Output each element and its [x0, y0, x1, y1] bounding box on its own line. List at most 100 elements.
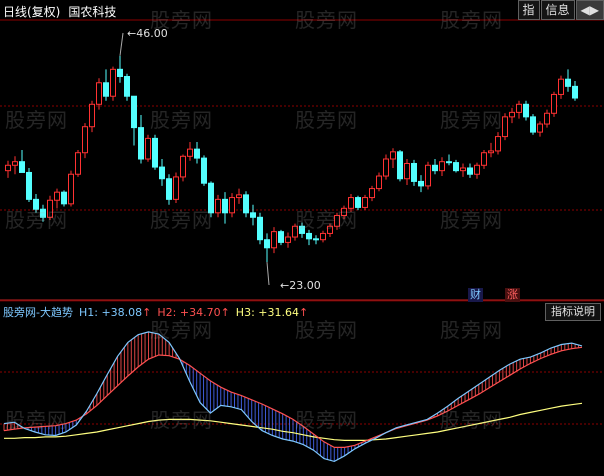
candle-body: [271, 231, 277, 249]
candle-body: [68, 173, 74, 205]
candle-body: [47, 199, 53, 218]
candle-body: [166, 178, 172, 200]
limit-up-badge[interactable]: 涨: [505, 288, 520, 302]
candle-body: [278, 231, 284, 243]
candle-body: [33, 198, 39, 210]
candle-body: [397, 151, 403, 180]
candle-body: [187, 148, 193, 157]
h3-value: H3: +31.64: [235, 306, 299, 319]
candle-body: [250, 212, 256, 218]
candle-body: [152, 137, 158, 168]
candle-body: [411, 162, 417, 182]
h1-line: [3, 331, 583, 463]
candle-body: [201, 157, 207, 184]
candle-body: [530, 116, 536, 133]
candle-body: [75, 152, 81, 175]
indicator-help-button[interactable]: 指标说明: [545, 303, 601, 321]
candle-body: [299, 225, 305, 234]
candle-body: [26, 171, 32, 200]
candle-body: [61, 191, 67, 205]
candle-body: [488, 150, 494, 154]
candle-body: [404, 162, 410, 180]
candle-body: [439, 161, 445, 172]
candle-body: [5, 164, 11, 172]
period-label[interactable]: 日线(复权): [3, 5, 60, 19]
candle-body: [124, 75, 130, 97]
candle-body: [131, 95, 137, 129]
financial-badge[interactable]: 财: [468, 288, 483, 302]
up-arrow-icon: ↑: [220, 306, 230, 319]
candle-body: [110, 68, 116, 97]
indicator-button[interactable]: 指: [517, 0, 540, 20]
candle-body: [54, 191, 60, 201]
candle-body: [390, 151, 396, 160]
chart-canvas[interactable]: [0, 0, 604, 476]
candle-body: [572, 85, 578, 99]
candle-body: [418, 180, 424, 187]
candle-body: [481, 152, 487, 166]
candle-body: [40, 208, 46, 218]
candle-body: [292, 225, 298, 238]
candle-body: [460, 167, 466, 172]
h2-value: H2: +34.70: [157, 306, 221, 319]
indicator-legend: 股旁网-大趋势 H1: +38.08↑ H2: +34.70↑ H3: +31.64↑: [3, 304, 314, 320]
candle-body: [257, 216, 263, 241]
candle-body: [334, 214, 340, 227]
candle-body: [96, 82, 102, 105]
low-price-label: ←23.00: [280, 279, 321, 292]
candle-body: [89, 103, 95, 128]
candle-body: [159, 166, 165, 180]
candle-body: [236, 194, 242, 199]
candle-body: [341, 207, 347, 216]
candle-body: [208, 182, 214, 214]
candle-body: [502, 116, 508, 138]
candle-body: [432, 164, 438, 172]
candle-body: [180, 155, 186, 178]
candle-body: [495, 136, 501, 152]
candle-body: [509, 111, 515, 118]
candle-body: [376, 175, 382, 190]
info-button[interactable]: 信息: [540, 0, 575, 20]
candle-body: [383, 158, 389, 177]
candle-body: [327, 225, 333, 234]
left-arrow-icon: ←: [280, 279, 290, 292]
candle-body: [82, 126, 88, 154]
candle-body: [551, 93, 557, 114]
candle-body: [369, 188, 375, 199]
candle-body: [544, 112, 550, 125]
candle-body: [173, 176, 179, 200]
candle-body: [523, 103, 529, 118]
candle-body: [229, 197, 235, 214]
up-arrow-icon: ↑: [142, 306, 152, 319]
indicator-name[interactable]: 股旁网-大趋势: [3, 306, 73, 319]
candle-body: [558, 78, 564, 95]
candle-body: [425, 164, 431, 187]
candle-body: [12, 161, 18, 166]
candle-body: [222, 198, 228, 214]
high-price-label: ←46.00: [127, 27, 168, 40]
candle-body: [453, 162, 459, 172]
candle-body: [103, 82, 109, 97]
candle-body: [19, 161, 25, 173]
candle-body: [215, 198, 221, 214]
up-arrow-icon: ↑: [298, 306, 309, 319]
candle-body: [313, 238, 319, 241]
candle-body: [138, 127, 144, 160]
candle-body: [537, 123, 543, 133]
chart-window: 日线(复权) 国农科技 指 信息 ◀▶ ←46.00 ←23.00 财 涨 股旁网…: [0, 0, 604, 476]
candle-body: [362, 197, 368, 208]
candle-body: [264, 239, 270, 249]
candle-body: [348, 197, 354, 209]
chart-header: 日线(复权) 国农科技: [3, 3, 124, 20]
candle-body: [243, 194, 249, 214]
stock-name: 国农科技: [68, 5, 117, 19]
left-arrow-icon: ←: [127, 27, 137, 40]
low-marker-line: [266, 262, 270, 286]
candle-body: [145, 137, 151, 160]
candle-body: [285, 236, 291, 243]
candle-body: [320, 232, 326, 241]
candle-body: [355, 197, 361, 208]
candle-body: [565, 78, 571, 87]
scroll-arrows-button[interactable]: ◀▶: [575, 0, 604, 20]
high-marker-line: [119, 32, 124, 56]
